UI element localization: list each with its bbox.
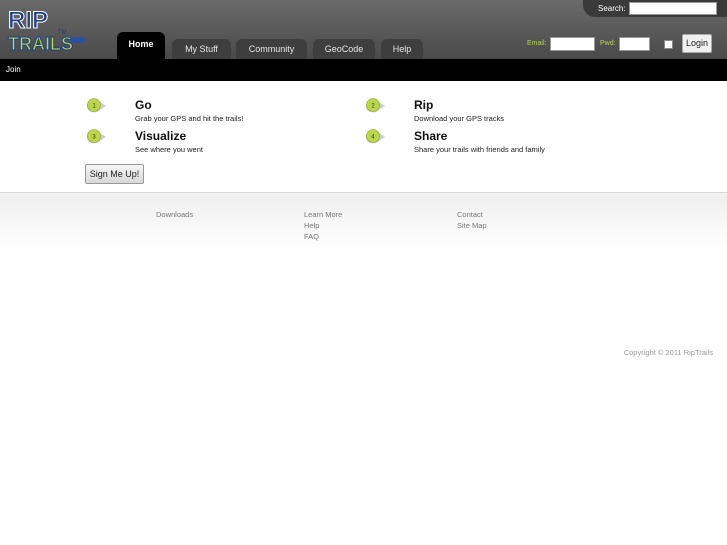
- step-3-badge-icon: 3: [87, 129, 106, 144]
- step-title: Share: [414, 129, 448, 143]
- remember-me-checkbox[interactable]: [664, 40, 673, 49]
- footer-link-learn-more[interactable]: Learn More: [304, 210, 342, 219]
- step-visualize: 3 Visualize See where you went: [85, 129, 315, 157]
- step-share: 4 Share Share your trails with friends a…: [364, 129, 594, 157]
- search-label: Search:: [598, 4, 626, 13]
- step-2-badge-icon: 2: [366, 98, 385, 113]
- copyright-text: Copyright © 2011 RipTrails: [623, 348, 713, 357]
- search-input[interactable]: [629, 2, 717, 15]
- password-field[interactable]: [619, 37, 650, 51]
- step-title: Visualize: [135, 129, 187, 143]
- step-1-badge-icon: 1: [87, 98, 106, 113]
- logo-text-trails: TRAILS: [8, 34, 73, 54]
- footer-link-site-map[interactable]: Site Map: [457, 221, 487, 230]
- step-4-badge-icon: 4: [366, 129, 385, 144]
- search-bar: Search:: [583, 0, 727, 17]
- login-button[interactable]: Login: [682, 34, 712, 53]
- password-label: Pwd:: [600, 40, 616, 47]
- email-label: Email:: [527, 40, 547, 47]
- tab-my-stuff[interactable]: My Stuff: [172, 39, 231, 59]
- tab-home[interactable]: Home: [117, 32, 165, 59]
- site-footer: [0, 192, 727, 252]
- tab-help[interactable]: Help: [381, 39, 423, 59]
- tab-community[interactable]: Community: [236, 39, 307, 59]
- step-go: 1 Go Grab your GPS and hit the trails!: [85, 98, 315, 126]
- step-desc: Download your GPS tracks: [414, 114, 505, 123]
- step-desc: Share your trails with friends and famil…: [414, 145, 545, 154]
- step-desc: Grab your GPS and hit the trails!: [135, 114, 244, 123]
- login-form: Email: Pwd: Login: [527, 34, 717, 54]
- footer-link-contact[interactable]: Contact: [457, 210, 483, 219]
- footer-link-help[interactable]: Help: [304, 221, 319, 230]
- riptrails-logo[interactable]: RIP TRAILS TM: [6, 6, 88, 56]
- logo-tm: TM: [58, 30, 67, 36]
- step-rip: 2 Rip Download your GPS tracks: [364, 98, 594, 126]
- sign-up-button[interactable]: Sign Me Up!: [85, 164, 144, 184]
- step-title: Rip: [414, 98, 434, 112]
- tab-geocode[interactable]: GeoCode: [313, 39, 375, 59]
- subnav-bar: Join: [0, 59, 727, 81]
- footer-link-faq[interactable]: FAQ: [304, 232, 319, 241]
- logo-swoosh-icon: [69, 37, 87, 43]
- email-field[interactable]: [550, 37, 595, 51]
- step-desc: See where you went: [135, 145, 203, 154]
- join-link[interactable]: Join: [6, 65, 21, 74]
- step-title: Go: [135, 98, 152, 112]
- footer-link-downloads[interactable]: Downloads: [156, 210, 193, 219]
- logo-text-rip: RIP: [8, 7, 48, 34]
- site-header: RIP TRAILS TM Search: Home My Stuff Comm…: [0, 0, 727, 59]
